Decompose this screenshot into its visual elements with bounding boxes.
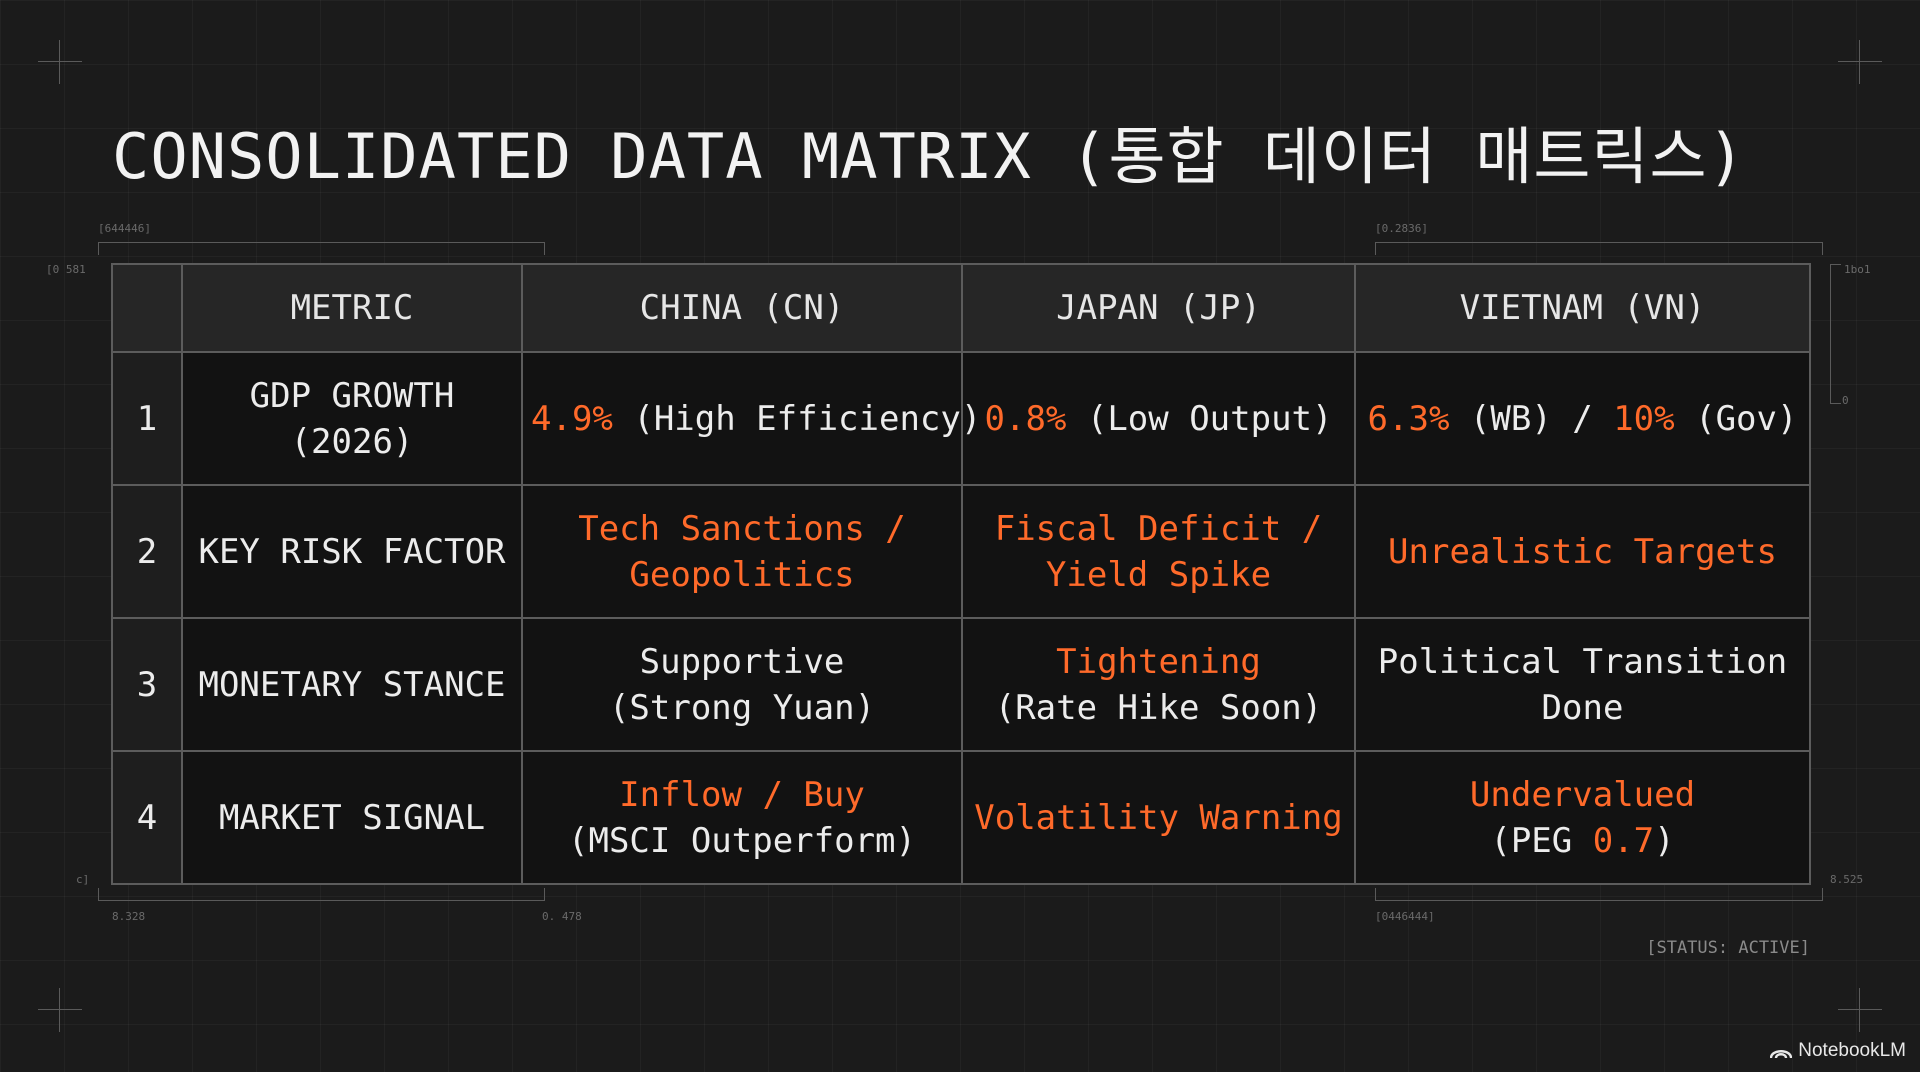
page-title: CONSOLIDATED DATA MATRIX (통합 데이터 매트릭스) [112, 120, 1746, 193]
cell-line: Volatility Warning [974, 797, 1343, 838]
micro-label-top-right: [0.2836] [1375, 222, 1428, 235]
cell-line: Fiscal Deficit / [994, 508, 1323, 549]
value-note: (Gov) [1674, 398, 1798, 439]
status-label: [STATUS: ACTIVE] [1646, 938, 1810, 958]
cell-china: 4.9% (High Efficiency) [521, 351, 981, 486]
cell-japan: Volatility Warning [961, 750, 1356, 885]
header-japan: JAPAN (JP) [961, 263, 1356, 353]
cell-japan: Tightening (Rate Hike Soon) [961, 617, 1356, 752]
table-row: 2 KEY RISK FACTOR Tech Sanctions / Geopol… [111, 484, 1811, 619]
header-index [111, 263, 183, 353]
header-vietnam: VIETNAM (VN) [1354, 263, 1811, 353]
data-matrix-table: METRIC CHINA (CN) JAPAN (JP) VIETNAM (VN… [111, 263, 1811, 885]
brand-name: NotebookLM [1798, 1040, 1906, 1061]
crop-mark-top-right [1838, 40, 1882, 84]
frame-bracket-bottom-right [1375, 888, 1823, 901]
metric-cell: MARKET SIGNAL [181, 750, 523, 885]
table-row: 3 MONETARY STANCE Supportive (Strong Yuan… [111, 617, 1811, 752]
cell-line: Yield Spike [1045, 554, 1272, 595]
cell-japan: Fiscal Deficit / Yield Spike [961, 484, 1356, 619]
frame-bracket-right-side [1830, 264, 1841, 404]
cell-china: Inflow / Buy (MSCI Outperform) [521, 750, 963, 885]
value-highlight: 0.8% [984, 398, 1067, 439]
value-note: (PEG [1490, 820, 1593, 861]
crop-mark-bottom-right [1838, 988, 1882, 1032]
row-number: 2 [111, 484, 183, 619]
brand-watermark: NotebookLM [1770, 1040, 1906, 1062]
micro-label-right-low: 8.525 [1830, 873, 1864, 886]
table-row: 4 MARKET SIGNAL Inflow / Buy (MSCI Outper… [111, 750, 1811, 885]
cell-line: Tightening [1056, 641, 1261, 682]
metric-cell: MONETARY STANCE [181, 617, 523, 752]
cell-japan: 0.8% (Low Output) [961, 351, 1356, 486]
metric-cell: KEY RISK FACTOR [181, 484, 523, 619]
header-china: CHINA (CN) [521, 263, 963, 353]
cell-line: (Rate Hike Soon) [994, 687, 1323, 728]
value-highlight: 0.7 [1592, 820, 1655, 861]
crop-mark-bottom-left [38, 988, 82, 1032]
value-highlight: 6.3% [1367, 398, 1450, 439]
cell-line: Unrealistic Targets [1388, 531, 1777, 572]
cell-vietnam: 6.3% (WB) / 10% (Gov) [1354, 351, 1811, 486]
frame-bracket-top-left [98, 242, 545, 255]
micro-label-bottom-mid: 0. 478 [542, 910, 582, 923]
value-note: (WB) / [1449, 398, 1614, 439]
cell-line: Inflow / Buy [619, 774, 865, 815]
micro-label-right-zero: 0 [1842, 394, 1849, 407]
table-header-row: METRIC CHINA (CN) JAPAN (JP) VIETNAM (VN… [111, 263, 1811, 353]
value-note: ) [1654, 820, 1675, 861]
micro-label-bottom-right: [0446444] [1375, 910, 1435, 923]
value-highlight: 4.9% [531, 398, 613, 439]
header-metric: METRIC [181, 263, 523, 353]
cell-line: Political Transition [1377, 641, 1788, 682]
frame-bracket-bottom-left [98, 888, 545, 901]
cell-line: (MSCI Outperform) [568, 820, 916, 861]
notebooklm-logo-icon [1770, 1050, 1793, 1059]
cell-line: Undervalued [1469, 774, 1696, 815]
micro-label-right-mid: 1bo1 [1844, 263, 1871, 276]
cell-vietnam: Undervalued (PEG 0.7) [1354, 750, 1811, 885]
cell-line: Supportive [639, 641, 845, 682]
cell-line: Done [1541, 687, 1624, 728]
row-number: 3 [111, 617, 183, 752]
row-number: 1 [111, 351, 183, 486]
cell-china: Supportive (Strong Yuan) [521, 617, 963, 752]
row-number: 4 [111, 750, 183, 885]
value-note: (Low Output) [1066, 398, 1333, 439]
cell-line: (Strong Yuan) [608, 687, 876, 728]
cell-vietnam: Unrealistic Targets [1354, 484, 1811, 619]
micro-label-top-left: [644446] [98, 222, 151, 235]
value-highlight: 10% [1613, 398, 1675, 439]
micro-label-bottom-left: 8.328 [112, 910, 146, 923]
crop-mark-top-left [38, 40, 82, 84]
metric-cell: GDP GROWTH (2026) [181, 351, 523, 486]
micro-label-left-mid: [0 581 [46, 263, 86, 276]
frame-bracket-top-right [1375, 242, 1823, 255]
cell-line: Geopolitics [629, 554, 855, 595]
cell-china: Tech Sanctions / Geopolitics [521, 484, 963, 619]
cell-vietnam: Political Transition Done [1354, 617, 1811, 752]
value-note: (High Efficiency) [612, 398, 982, 439]
table-row: 1 GDP GROWTH (2026) 4.9% (High Efficienc… [111, 351, 1811, 486]
cell-line: Tech Sanctions / [578, 508, 906, 549]
micro-label-left-low: c] [76, 873, 90, 886]
